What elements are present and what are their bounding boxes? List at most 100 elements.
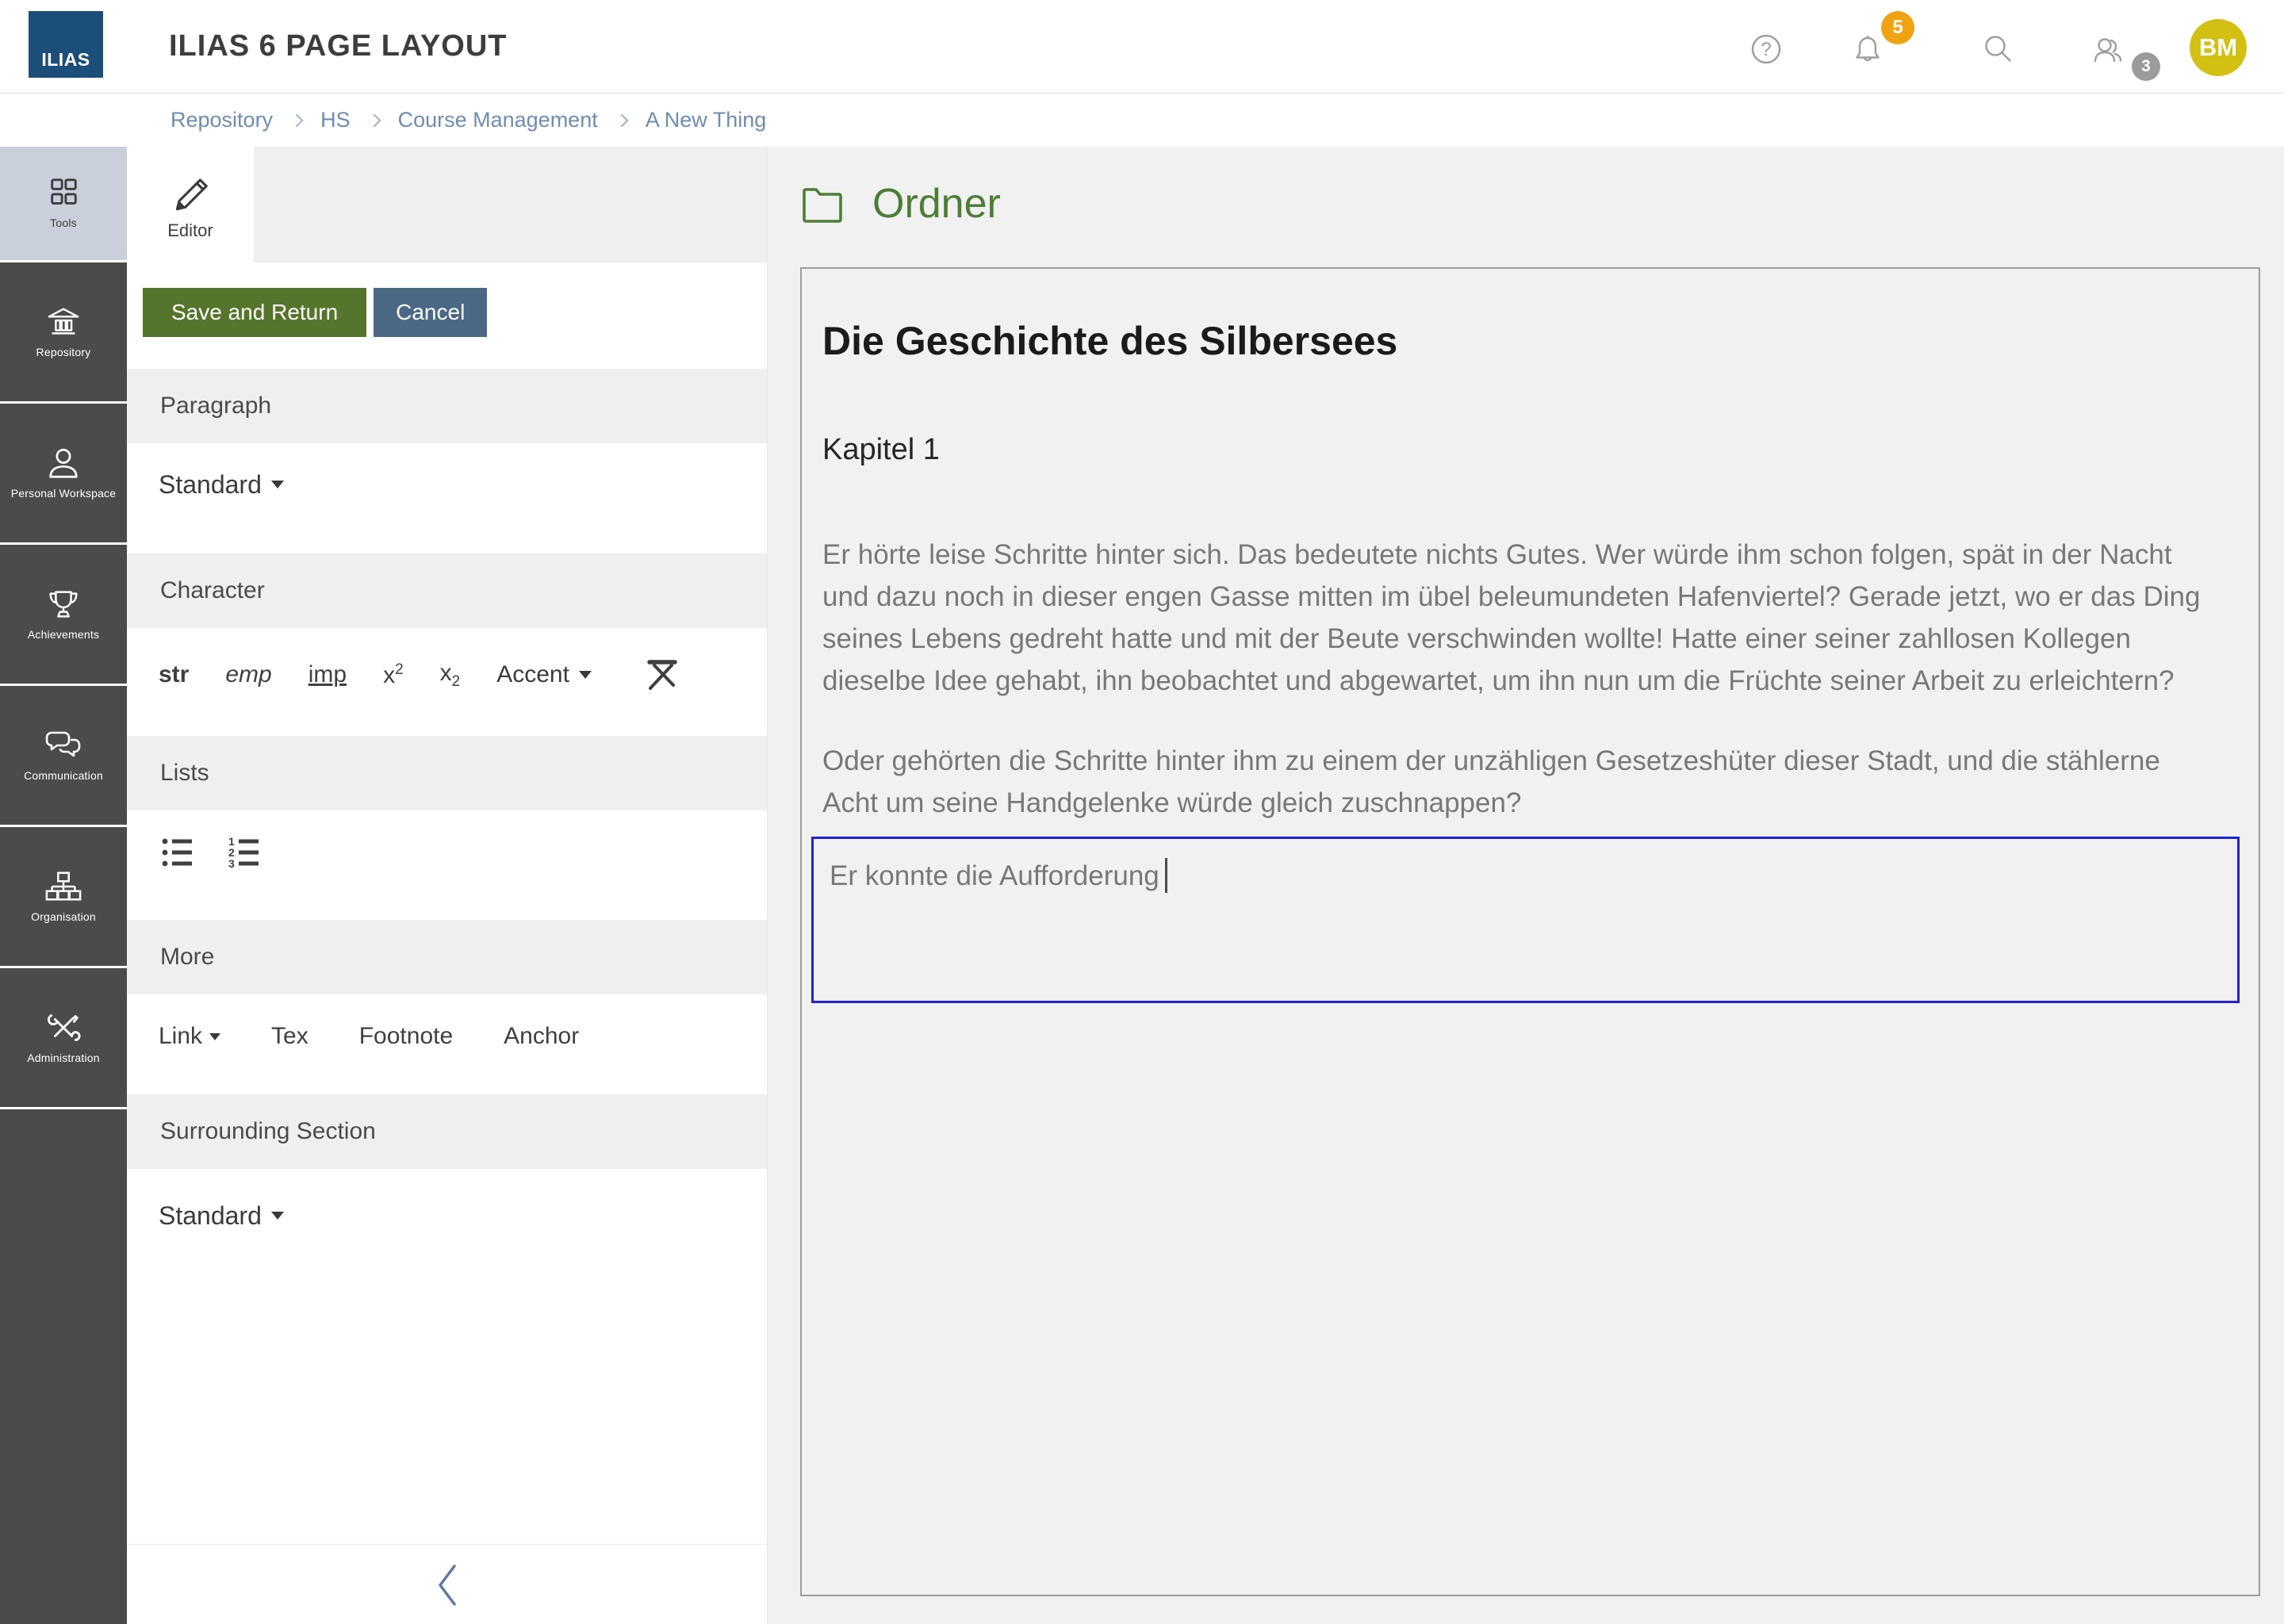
- chevron-down-icon: [271, 1212, 284, 1220]
- tools-crossed-icon: [45, 1010, 82, 1045]
- paragraph-block[interactable]: Oder gehörten die Schritte hinter ihm zu…: [822, 740, 2206, 824]
- tab-editor-label: Editor: [167, 220, 213, 241]
- bullet-list-icon[interactable]: [159, 833, 197, 871]
- editor-action-row: Save and Return Cancel: [143, 288, 487, 337]
- subscript-button[interactable]: x2: [440, 660, 461, 691]
- surrounding-style-dropdown[interactable]: Standard: [159, 1201, 284, 1231]
- sidebar-item-label: Tools: [50, 217, 77, 229]
- chevron-right-icon: [615, 113, 628, 127]
- accent-dropdown[interactable]: Accent: [496, 661, 592, 688]
- pencil-icon: [167, 168, 213, 214]
- bell-icon: [1849, 31, 1886, 67]
- breadcrumb-item-hs[interactable]: HS: [320, 108, 351, 132]
- chevron-right-icon: [290, 113, 304, 127]
- lists-toolbar: 1 2 3: [159, 830, 263, 875]
- active-edit-block[interactable]: Er konnte die Aufforderung: [811, 837, 2240, 1003]
- notifications-button[interactable]: [1849, 31, 1886, 67]
- sidebar-item-communication[interactable]: Communication: [0, 686, 127, 827]
- footnote-button[interactable]: Footnote: [359, 1023, 453, 1050]
- paragraph-style-dropdown[interactable]: Standard: [159, 470, 284, 500]
- page-editor-canvas: Die Geschichte des Silbersees Kapitel 1 …: [800, 267, 2260, 1596]
- sidebar-item-personal-workspace[interactable]: Personal Workspace: [0, 404, 127, 545]
- link-dropdown[interactable]: Link: [159, 1023, 220, 1050]
- content-area: Ordner Die Geschichte des Silbersees Kap…: [768, 147, 2284, 1624]
- numbered-list-icon[interactable]: 1 2 3: [225, 833, 263, 871]
- svg-text:3: 3: [228, 857, 235, 870]
- user-avatar[interactable]: BM: [2190, 19, 2247, 76]
- section-header-character: Character: [127, 553, 767, 628]
- app-root: ILIAS ILIAS 6 PAGE LAYOUT ?: [0, 0, 2284, 1624]
- grid-icon: [45, 177, 82, 210]
- editor-tab-row: Editor: [127, 147, 767, 262]
- help-button[interactable]: ?: [1748, 31, 1784, 67]
- folder-icon: [801, 185, 844, 223]
- contacts-button[interactable]: [2090, 31, 2126, 67]
- breadcrumb-item-course-management[interactable]: Course Management: [398, 108, 598, 132]
- contacts-count-badge: 3: [2132, 52, 2160, 81]
- section-header-paragraph: Paragraph: [127, 369, 767, 443]
- section-header-lists: Lists: [127, 736, 767, 810]
- collapse-chevron-left-icon[interactable]: [434, 1561, 461, 1609]
- top-header: ILIAS ILIAS 6 PAGE LAYOUT ?: [0, 0, 2284, 94]
- section-header-surrounding-section: Surrounding Section: [127, 1094, 767, 1169]
- accent-label: Accent: [496, 661, 569, 688]
- help-icon: ?: [1748, 31, 1784, 67]
- sidebar-item-administration[interactable]: Administration: [0, 968, 127, 1109]
- sidebar-item-repository[interactable]: Repository: [0, 262, 127, 404]
- editor-side-panel: Editor Save and Return Cancel Paragraph …: [127, 147, 768, 1624]
- breadcrumb-item-repository[interactable]: Repository: [171, 108, 273, 132]
- chat-bubbles-icon: [44, 728, 82, 763]
- search-icon: [1980, 31, 2017, 67]
- sidebar-item-label: Communication: [24, 770, 103, 782]
- users-icon: [2090, 31, 2126, 67]
- page-title-header: ILIAS 6 PAGE LAYOUT: [169, 0, 508, 93]
- sidebar-item-tools[interactable]: Tools: [0, 147, 127, 262]
- breadcrumb-item-a-new-thing[interactable]: A New Thing: [646, 108, 767, 132]
- character-toolbar: str emp imp x2 x2 Accent: [159, 650, 680, 699]
- important-button[interactable]: imp: [308, 661, 347, 688]
- clear-format-icon[interactable]: [642, 656, 680, 694]
- sidebar-item-label: Achievements: [28, 629, 99, 641]
- panel-collapse-area: [127, 1544, 767, 1624]
- strong-button[interactable]: str: [159, 661, 189, 688]
- more-toolbar: Link Tex Footnote Anchor: [159, 1016, 579, 1057]
- section-header-more: More: [127, 920, 767, 994]
- superscript-button[interactable]: x2: [383, 661, 404, 689]
- save-and-return-button[interactable]: Save and Return: [143, 288, 366, 337]
- link-label: Link: [159, 1023, 202, 1050]
- sidebar-item-label: Organisation: [31, 911, 96, 923]
- object-title-row: Ordner: [801, 180, 1001, 228]
- surrounding-style-value: Standard: [159, 1201, 262, 1231]
- main-nav-rail: Tools Repository Personal Workspace: [0, 147, 127, 1624]
- sidebar-item-label: Administration: [27, 1052, 100, 1064]
- notification-count-badge: 5: [1881, 11, 1914, 44]
- anchor-button[interactable]: Anchor: [504, 1023, 579, 1050]
- chevron-down-icon: [209, 1033, 220, 1040]
- article-subheading-block[interactable]: Kapitel 1: [822, 433, 2238, 467]
- chevron-down-icon: [579, 671, 592, 679]
- surrounding-style-row: Standard: [159, 1195, 284, 1236]
- trophy-icon: [45, 587, 82, 622]
- article-heading-block[interactable]: Die Geschichte des Silbersees: [822, 320, 2238, 363]
- search-button[interactable]: [1980, 31, 2017, 67]
- paragraph-block[interactable]: Er hörte leise Schritte hinter sich. Das…: [822, 534, 2206, 702]
- text-cursor: [1165, 858, 1167, 893]
- page-title: Ordner: [872, 180, 1001, 228]
- emphasis-button[interactable]: emp: [225, 661, 271, 688]
- person-icon: [45, 446, 82, 481]
- cancel-button[interactable]: Cancel: [374, 288, 487, 337]
- paragraph-style-row: Standard: [159, 464, 284, 505]
- sidebar-item-organisation[interactable]: Organisation: [0, 827, 127, 968]
- paragraph-style-value: Standard: [159, 470, 262, 500]
- sidebar-item-label: Personal Workspace: [11, 488, 117, 500]
- svg-text:?: ?: [1761, 39, 1771, 60]
- chevron-right-icon: [367, 113, 381, 127]
- tab-editor[interactable]: Editor: [127, 147, 254, 262]
- sidebar-item-achievements[interactable]: Achievements: [0, 545, 127, 686]
- chevron-down-icon: [271, 481, 284, 488]
- ilias-logo[interactable]: ILIAS: [29, 11, 103, 78]
- tex-button[interactable]: Tex: [271, 1023, 308, 1050]
- sidebar-item-label: Repository: [36, 347, 91, 358]
- breadcrumb: Repository HS Course Management A New Th…: [0, 94, 2284, 147]
- bank-icon: [45, 304, 82, 339]
